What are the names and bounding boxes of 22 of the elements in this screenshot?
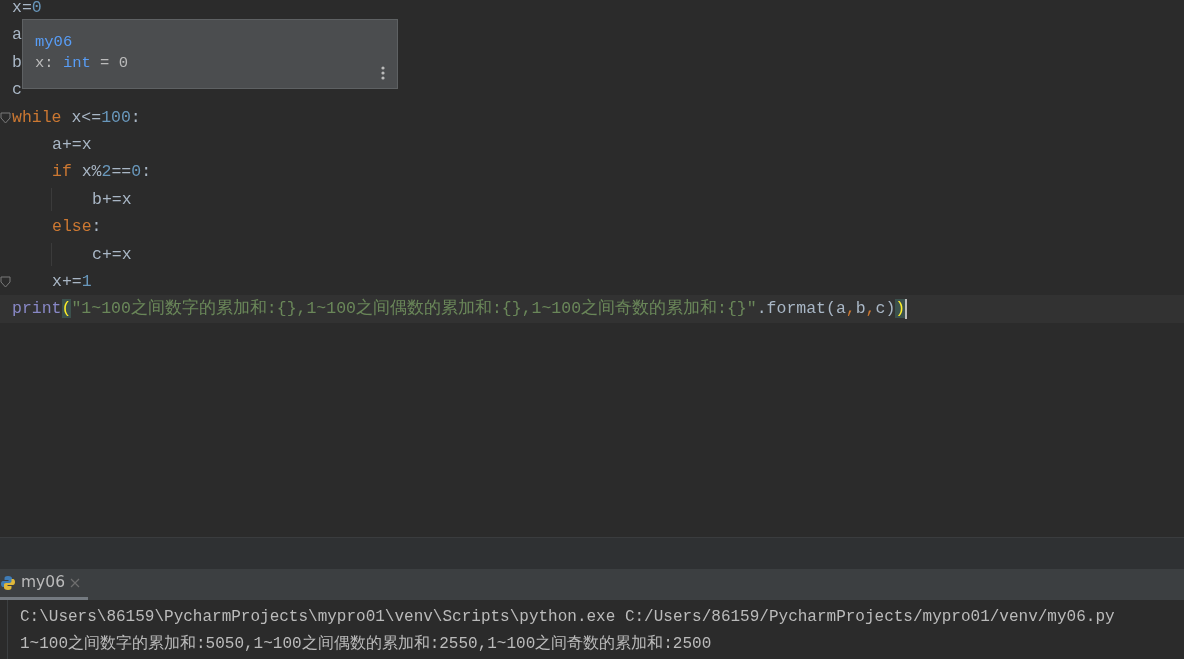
popup-title: my06	[35, 33, 73, 51]
close-icon[interactable]	[70, 578, 80, 588]
code-line: x=0	[12, 0, 42, 19]
fold-icon[interactable]	[0, 275, 11, 288]
code-line: c+=x	[92, 243, 132, 266]
code-line: a+=x	[52, 133, 92, 156]
code-line: print("1~100之间数字的累加和:{},1~100之间偶数的累加和:{},1~100之间奇数的累加和:{}".format(a,b,c))	[12, 297, 906, 321]
code-line: a	[12, 24, 22, 47]
code-line: x+=1	[52, 270, 92, 293]
type-hint: x: int = 0	[35, 54, 129, 72]
text-cursor	[905, 298, 908, 319]
code-line: else:	[52, 216, 102, 239]
console-output-line: C:\Users\86159\PycharmProjects\mypro01\venv\Scripts\python.exe C:/Users/86159/PycharmProjects/mypro01/venv/my06.py	[20, 608, 1115, 626]
code-line: while x<=100:	[12, 106, 141, 129]
code-line: if x%2==0:	[52, 161, 152, 184]
code-line: b+=x	[92, 188, 132, 211]
fold-icon[interactable]	[0, 111, 11, 124]
code-line: b	[12, 51, 22, 74]
more-icon[interactable]	[381, 66, 385, 80]
python-icon	[0, 575, 16, 591]
code-line: c	[12, 79, 22, 102]
console-output-line: 1~100之间数字的累加和:5050,1~100之间偶数的累加和:2550,1~100之间奇数的累加和:2500	[20, 635, 712, 653]
